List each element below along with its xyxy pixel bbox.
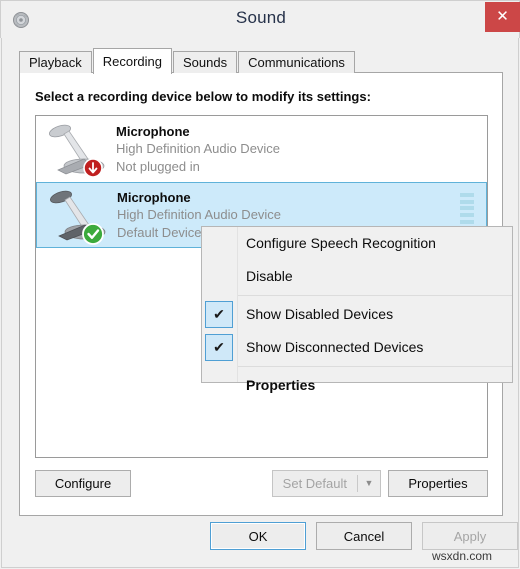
device-status: Not plugged in: [116, 158, 200, 174]
context-menu[interactable]: Configure Speech Recognition Disable ✔ S…: [201, 226, 513, 393]
set-default-split-button[interactable]: Set Default ▼: [271, 470, 381, 497]
tab-communications[interactable]: Communications: [238, 51, 355, 73]
menu-item-show-disconnected-devices[interactable]: ✔ Show Disconnected Devices: [202, 331, 512, 364]
menu-separator: [202, 366, 512, 367]
menu-item-disable[interactable]: Disable: [202, 260, 512, 293]
menu-item-show-disabled-devices[interactable]: ✔ Show Disabled Devices: [202, 298, 512, 331]
check-icon: ✔: [205, 334, 233, 361]
menu-item-configure-speech-recognition[interactable]: Configure Speech Recognition: [202, 227, 512, 260]
device-info: Microphone High Definition Audio Device …: [116, 123, 280, 174]
menu-item-properties[interactable]: Properties: [202, 369, 512, 402]
cancel-button[interactable]: Cancel: [316, 522, 412, 550]
device-name: Microphone: [116, 124, 190, 140]
device-driver: High Definition Audio Device: [116, 141, 281, 157]
menu-item-label: Show Disabled Devices: [246, 306, 394, 322]
menu-separator: [202, 295, 512, 296]
chevron-down-icon[interactable]: ▼: [358, 471, 380, 496]
title-bar: Sound ✕: [0, 0, 520, 38]
page-title: Select a recording device below to modif…: [35, 89, 371, 104]
sound-dialog: Sound ✕ Playback Recording Sounds Commun…: [0, 0, 520, 569]
apply-button: Apply: [422, 522, 518, 550]
microphone-icon: [41, 184, 109, 246]
set-default-button[interactable]: Set Default: [273, 471, 357, 496]
ok-button[interactable]: OK: [210, 522, 306, 550]
microphone-icon: [40, 118, 108, 180]
watermark: wsxdn.com: [432, 549, 493, 563]
close-icon[interactable]: ✕: [485, 2, 520, 32]
tab-strip: Playback Recording Sounds Communications: [19, 48, 356, 74]
configure-button[interactable]: Configure: [35, 470, 131, 497]
device-action-buttons: Configure Set Default ▼ Properties: [35, 470, 488, 498]
list-item[interactable]: Microphone High Definition Audio Device …: [36, 116, 487, 182]
tab-sounds[interactable]: Sounds: [173, 51, 238, 73]
tab-playback[interactable]: Playback: [19, 51, 92, 73]
menu-item-label: Show Disconnected Devices: [246, 339, 424, 355]
check-icon: ✔: [205, 301, 233, 328]
tab-recording[interactable]: Recording: [92, 48, 173, 74]
device-name: Microphone: [117, 190, 191, 206]
device-driver: High Definition Audio Device: [117, 207, 282, 223]
properties-button[interactable]: Properties: [388, 470, 488, 497]
window-title: Sound: [235, 8, 287, 27]
